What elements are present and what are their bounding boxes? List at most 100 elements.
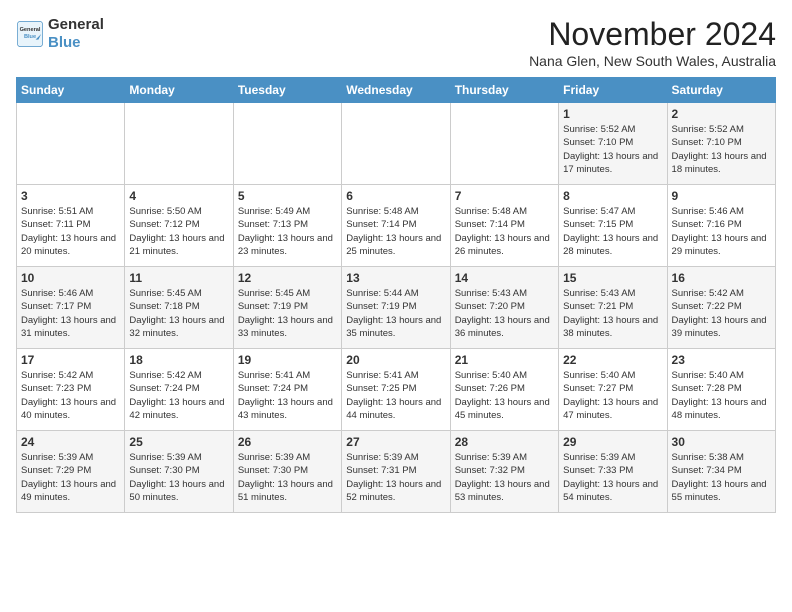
- logo-line1: General: [48, 16, 104, 34]
- cell-w4-d6: 22 Sunrise: 5:40 AM Sunset: 7:27 PM Dayli…: [559, 349, 667, 431]
- day-info: Sunrise: 5:40 AM Sunset: 7:26 PM Dayligh…: [455, 369, 554, 422]
- col-wednesday: Wednesday: [342, 78, 450, 103]
- svg-text:General: General: [20, 27, 41, 33]
- day-info: Sunrise: 5:39 AM Sunset: 7:30 PM Dayligh…: [129, 451, 228, 504]
- cell-w2-d1: 3 Sunrise: 5:51 AM Sunset: 7:11 PM Daylig…: [17, 185, 125, 267]
- cell-w2-d3: 5 Sunrise: 5:49 AM Sunset: 7:13 PM Daylig…: [233, 185, 341, 267]
- cell-w2-d5: 7Sunrise: 5:48 AM Sunset: 7:14 PM Daylig…: [450, 185, 558, 267]
- day-info: Sunrise: 5:42 AM Sunset: 7:24 PM Dayligh…: [129, 369, 228, 422]
- day-number: 10: [21, 271, 120, 285]
- day-number: 14: [455, 271, 554, 285]
- cell-w3-d3: 12 Sunrise: 5:45 AM Sunset: 7:19 PM Dayli…: [233, 267, 341, 349]
- cell-w1-d5: [450, 103, 558, 185]
- cell-w5-d6: 29Sunrise: 5:39 AM Sunset: 7:33 PM Dayli…: [559, 431, 667, 513]
- title-block: November 2024 Nana Glen, New South Wales…: [529, 16, 776, 69]
- day-number: 26: [238, 435, 337, 449]
- col-tuesday: Tuesday: [233, 78, 341, 103]
- logo: General Blue General Blue: [16, 16, 104, 52]
- cell-w3-d1: 10 Sunrise: 5:46 AM Sunset: 7:17 PM Dayli…: [17, 267, 125, 349]
- day-number: 15: [563, 271, 662, 285]
- cell-w3-d4: 13 Sunrise: 5:44 AM Sunset: 7:19 PM Dayli…: [342, 267, 450, 349]
- cell-w1-d2: [125, 103, 233, 185]
- cell-w2-d2: 4 Sunrise: 5:50 AM Sunset: 7:12 PM Daylig…: [125, 185, 233, 267]
- day-info: Sunrise: 5:41 AM Sunset: 7:24 PM Dayligh…: [238, 369, 337, 422]
- col-thursday: Thursday: [450, 78, 558, 103]
- day-number: 11: [129, 271, 228, 285]
- day-info: Sunrise: 5:39 AM Sunset: 7:30 PM Dayligh…: [238, 451, 337, 504]
- day-info: Sunrise: 5:52 AM Sunset: 7:10 PM Dayligh…: [563, 123, 662, 176]
- col-sunday: Sunday: [17, 78, 125, 103]
- day-number: 25: [129, 435, 228, 449]
- col-saturday: Saturday: [667, 78, 775, 103]
- day-info: Sunrise: 5:40 AM Sunset: 7:28 PM Dayligh…: [672, 369, 771, 422]
- cell-w3-d7: 16Sunrise: 5:42 AM Sunset: 7:22 PM Dayli…: [667, 267, 775, 349]
- day-number: 4: [129, 189, 228, 203]
- day-number: 8: [563, 189, 662, 203]
- location: Nana Glen, New South Wales, Australia: [529, 53, 776, 69]
- day-number: 18: [129, 353, 228, 367]
- cell-w5-d5: 28 Sunrise: 5:39 AM Sunset: 7:32 PM Dayli…: [450, 431, 558, 513]
- day-number: 16: [672, 271, 771, 285]
- day-number: 3: [21, 189, 120, 203]
- day-info: Sunrise: 5:48 AM Sunset: 7:14 PM Dayligh…: [346, 205, 445, 258]
- day-info: Sunrise: 5:44 AM Sunset: 7:19 PM Dayligh…: [346, 287, 445, 340]
- col-monday: Monday: [125, 78, 233, 103]
- cell-w4-d1: 17 Sunrise: 5:42 AM Sunset: 7:23 PM Dayli…: [17, 349, 125, 431]
- cell-w1-d4: [342, 103, 450, 185]
- week-row-5: 24 Sunrise: 5:39 AM Sunset: 7:29 PM Dayli…: [17, 431, 776, 513]
- logo-line2: Blue: [48, 34, 81, 51]
- cell-w3-d2: 11 Sunrise: 5:45 AM Sunset: 7:18 PM Dayli…: [125, 267, 233, 349]
- day-info: Sunrise: 5:42 AM Sunset: 7:23 PM Dayligh…: [21, 369, 120, 422]
- cell-w4-d2: 18 Sunrise: 5:42 AM Sunset: 7:24 PM Dayli…: [125, 349, 233, 431]
- day-info: Sunrise: 5:51 AM Sunset: 7:11 PM Dayligh…: [21, 205, 120, 258]
- day-info: Sunrise: 5:46 AM Sunset: 7:16 PM Dayligh…: [672, 205, 771, 258]
- day-number: 23: [672, 353, 771, 367]
- day-number: 28: [455, 435, 554, 449]
- day-info: Sunrise: 5:45 AM Sunset: 7:18 PM Dayligh…: [129, 287, 228, 340]
- cell-w2-d4: 6 Sunrise: 5:48 AM Sunset: 7:14 PM Daylig…: [342, 185, 450, 267]
- day-number: 9: [672, 189, 771, 203]
- day-info: Sunrise: 5:46 AM Sunset: 7:17 PM Dayligh…: [21, 287, 120, 340]
- cell-w3-d5: 14Sunrise: 5:43 AM Sunset: 7:20 PM Dayli…: [450, 267, 558, 349]
- cell-w5-d3: 26 Sunrise: 5:39 AM Sunset: 7:30 PM Dayli…: [233, 431, 341, 513]
- day-number: 22: [563, 353, 662, 367]
- day-number: 12: [238, 271, 337, 285]
- logo-icon: General Blue: [16, 20, 44, 48]
- cell-w1-d3: [233, 103, 341, 185]
- cell-w5-d2: 25 Sunrise: 5:39 AM Sunset: 7:30 PM Dayli…: [125, 431, 233, 513]
- day-info: Sunrise: 5:50 AM Sunset: 7:12 PM Dayligh…: [129, 205, 228, 258]
- day-number: 13: [346, 271, 445, 285]
- day-info: Sunrise: 5:38 AM Sunset: 7:34 PM Dayligh…: [672, 451, 771, 504]
- day-number: 19: [238, 353, 337, 367]
- cell-w1-d6: 1Sunrise: 5:52 AM Sunset: 7:10 PM Daylig…: [559, 103, 667, 185]
- day-number: 21: [455, 353, 554, 367]
- cell-w5-d4: 27Sunrise: 5:39 AM Sunset: 7:31 PM Dayli…: [342, 431, 450, 513]
- cell-w2-d7: 9 Sunrise: 5:46 AM Sunset: 7:16 PM Daylig…: [667, 185, 775, 267]
- day-info: Sunrise: 5:40 AM Sunset: 7:27 PM Dayligh…: [563, 369, 662, 422]
- day-number: 7: [455, 189, 554, 203]
- day-number: 5: [238, 189, 337, 203]
- day-info: Sunrise: 5:49 AM Sunset: 7:13 PM Dayligh…: [238, 205, 337, 258]
- day-info: Sunrise: 5:43 AM Sunset: 7:21 PM Dayligh…: [563, 287, 662, 340]
- day-number: 17: [21, 353, 120, 367]
- logo-text: General Blue: [48, 16, 104, 52]
- cell-w4-d5: 21 Sunrise: 5:40 AM Sunset: 7:26 PM Dayli…: [450, 349, 558, 431]
- svg-text:Blue: Blue: [24, 34, 36, 40]
- day-number: 30: [672, 435, 771, 449]
- day-info: Sunrise: 5:39 AM Sunset: 7:29 PM Dayligh…: [21, 451, 120, 504]
- week-row-2: 3 Sunrise: 5:51 AM Sunset: 7:11 PM Daylig…: [17, 185, 776, 267]
- day-info: Sunrise: 5:45 AM Sunset: 7:19 PM Dayligh…: [238, 287, 337, 340]
- cell-w4-d3: 19 Sunrise: 5:41 AM Sunset: 7:24 PM Dayli…: [233, 349, 341, 431]
- day-number: 6: [346, 189, 445, 203]
- calendar-header-row: Sunday Monday Tuesday Wednesday Thursday…: [17, 78, 776, 103]
- calendar-table: Sunday Monday Tuesday Wednesday Thursday…: [16, 77, 776, 513]
- day-info: Sunrise: 5:52 AM Sunset: 7:10 PM Dayligh…: [672, 123, 771, 176]
- week-row-4: 17 Sunrise: 5:42 AM Sunset: 7:23 PM Dayli…: [17, 349, 776, 431]
- day-info: Sunrise: 5:39 AM Sunset: 7:32 PM Dayligh…: [455, 451, 554, 504]
- week-row-3: 10 Sunrise: 5:46 AM Sunset: 7:17 PM Dayli…: [17, 267, 776, 349]
- cell-w4-d7: 23 Sunrise: 5:40 AM Sunset: 7:28 PM Dayli…: [667, 349, 775, 431]
- cell-w2-d6: 8Sunrise: 5:47 AM Sunset: 7:15 PM Daylig…: [559, 185, 667, 267]
- week-row-1: 1Sunrise: 5:52 AM Sunset: 7:10 PM Daylig…: [17, 103, 776, 185]
- cell-w1-d7: 2Sunrise: 5:52 AM Sunset: 7:10 PM Daylig…: [667, 103, 775, 185]
- day-number: 24: [21, 435, 120, 449]
